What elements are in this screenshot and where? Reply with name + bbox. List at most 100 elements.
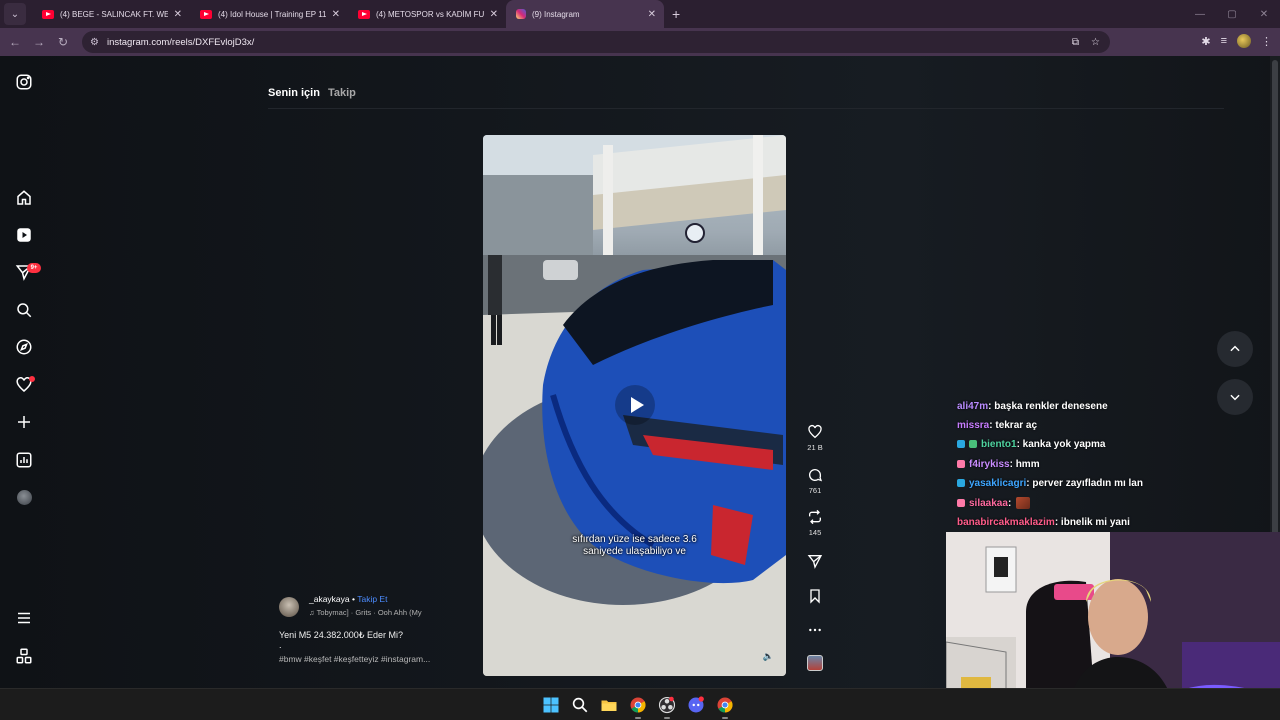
chat-badge-icon — [957, 499, 965, 507]
windows-start-icon[interactable] — [541, 695, 561, 715]
tab-search-button[interactable]: ⌄ — [4, 3, 26, 25]
tab-title: (9) Instagram — [532, 9, 580, 19]
profile-avatar[interactable] — [1237, 34, 1251, 48]
like-button[interactable]: 21 B — [803, 424, 827, 452]
close-tab-icon[interactable]: ✕ — [490, 9, 498, 20]
address-bar[interactable]: ⚙ instagram.com/reels/DXFEvlojD3x/ ⧉ ☆ — [82, 31, 1110, 53]
comment-count: 761 — [808, 486, 822, 495]
install-app-icon[interactable]: ⧉ — [1072, 37, 1079, 48]
new-tab-button[interactable]: + — [672, 6, 680, 22]
tab-title: (4) METOSPOR vs KADİM FUTB — [376, 9, 484, 19]
taskbar-search-icon[interactable] — [570, 695, 590, 715]
mute-icon[interactable]: 🔈 — [763, 651, 774, 662]
menu-icon[interactable]: ⋮ — [1261, 35, 1272, 48]
explore-compass-icon[interactable] — [15, 338, 33, 356]
maximize-icon[interactable]: ▢ — [1216, 9, 1248, 20]
file-explorer-icon[interactable] — [599, 695, 619, 715]
left-navigation: 9+ — [0, 56, 48, 688]
youtube-icon — [358, 9, 370, 19]
chat-username: yasaklicagri — [969, 477, 1027, 489]
chat-username: banabircakmaklazim — [957, 516, 1055, 528]
repost-button[interactable]: 145 — [803, 509, 827, 537]
profile-avatar[interactable] — [17, 490, 32, 505]
previous-reel-button[interactable] — [1217, 331, 1253, 367]
reel-description-dot: . — [279, 640, 282, 650]
chrome-icon[interactable] — [628, 695, 648, 719]
chat-badge-icon — [969, 440, 977, 448]
reel-video[interactable]: sıfırdan yüze ise sadece 3.6 saniyede ul… — [483, 135, 786, 676]
song-line[interactable]: ♫ Tobymac] · Grits · Ooh Ahh (My — [309, 608, 422, 617]
chat-message: banabircakmaklazim : ibnelik mi yani — [957, 514, 1130, 530]
chat-message: yasaklicagri : perver zayıfladın mı lan — [957, 475, 1143, 491]
play-button[interactable] — [615, 385, 655, 425]
save-button[interactable] — [803, 588, 827, 604]
instagram-logo-icon[interactable] — [15, 73, 33, 91]
youtube-icon — [42, 9, 54, 19]
chat-username: missra — [957, 419, 990, 431]
bookmark-star-icon[interactable]: ☆ — [1091, 37, 1100, 48]
author-username[interactable]: _akaykaya — [309, 594, 350, 604]
extensions-icon[interactable]: ✱ — [1201, 35, 1210, 48]
comment-icon — [809, 469, 823, 482]
browser-tab-active[interactable]: (9) Instagram ✕ — [506, 0, 664, 28]
chat-username: ali47m — [957, 400, 989, 412]
obs-icon[interactable] — [657, 695, 677, 719]
chat-emote-icon — [1016, 497, 1031, 509]
more-menu-icon[interactable] — [15, 609, 33, 627]
comment-button[interactable]: 761 — [803, 467, 827, 495]
back-icon[interactable]: ← — [3, 35, 27, 49]
running-indicator — [664, 717, 670, 719]
notifications-count-badge: 9+ — [27, 263, 41, 273]
tab-title: (4) Idol House | Training EP 11 | — [218, 9, 326, 19]
create-plus-icon[interactable] — [15, 413, 33, 431]
next-reel-button[interactable] — [1217, 379, 1253, 415]
feed-tabs: Senin için Takip — [268, 87, 356, 99]
browser-tab[interactable]: (4) BEGE - SALINCAK FT. WEGH ✕ — [32, 0, 190, 28]
reload-icon[interactable]: ↻ — [51, 35, 75, 49]
follow-button[interactable]: Takip Et — [357, 594, 387, 604]
bookmark-icon — [810, 589, 820, 604]
chat-text: : — [1007, 497, 1012, 509]
youtube-icon — [200, 9, 212, 19]
share-button[interactable] — [803, 553, 827, 569]
browser-tab[interactable]: (4) METOSPOR vs KADİM FUTB ✕ — [348, 0, 506, 28]
close-tab-icon[interactable]: ✕ — [174, 9, 182, 20]
chat-text: : başka renkler denesene — [988, 400, 1108, 412]
more-dots-icon — [809, 628, 821, 632]
browser-tab[interactable]: (4) Idol House | Training EP 11 | ✕ — [190, 0, 348, 28]
tab-following[interactable]: Takip — [328, 87, 356, 99]
repost-icon — [809, 509, 821, 525]
media-controls-icon[interactable]: ≡ — [1221, 35, 1227, 47]
author-avatar[interactable] — [279, 597, 299, 617]
close-tab-icon[interactable]: ✕ — [648, 9, 656, 20]
reel-hashtags[interactable]: #bmw #keşfet #keşfetteyiz #instagram... — [279, 654, 430, 664]
chat-text: : perver zayıfladın mı lan — [1026, 477, 1143, 489]
like-count: 21 B — [807, 443, 823, 452]
chrome-profile-icon[interactable] — [715, 695, 735, 719]
windows-taskbar — [0, 688, 1280, 720]
chat-username: f4irykiss — [969, 458, 1010, 470]
chat-username: biento1 — [981, 438, 1017, 450]
search-icon[interactable] — [15, 301, 33, 319]
tab-for-you[interactable]: Senin için — [268, 87, 320, 99]
chat-message: silaakaa : — [957, 495, 1031, 511]
also-from-meta-icon[interactable] — [15, 647, 33, 665]
discord-icon[interactable] — [686, 695, 706, 715]
tab-title: (4) BEGE - SALINCAK FT. WEGH — [60, 9, 168, 19]
minimize-icon[interactable]: — — [1184, 9, 1216, 20]
forward-icon[interactable]: → — [27, 35, 51, 49]
audio-thumbnail[interactable] — [807, 655, 823, 671]
close-window-icon[interactable]: ✕ — [1248, 9, 1280, 20]
reels-icon[interactable] — [15, 226, 33, 244]
dashboard-icon[interactable] — [15, 451, 33, 469]
home-icon[interactable] — [15, 189, 33, 207]
close-tab-icon[interactable]: ✕ — [332, 9, 340, 20]
reel-description: Yeni M5 24.382.000₺ Eder Mi? — [279, 630, 403, 640]
chevron-down-icon — [1230, 394, 1240, 401]
chat-text: : ibnelik mi yani — [1054, 516, 1130, 528]
chat-message: ali47m : başka renkler denesene — [957, 398, 1108, 414]
heart-icon — [808, 424, 822, 439]
site-info-icon[interactable]: ⚙ — [90, 37, 99, 48]
more-options-button[interactable] — [803, 622, 827, 638]
chat-badge-icon — [957, 479, 965, 487]
